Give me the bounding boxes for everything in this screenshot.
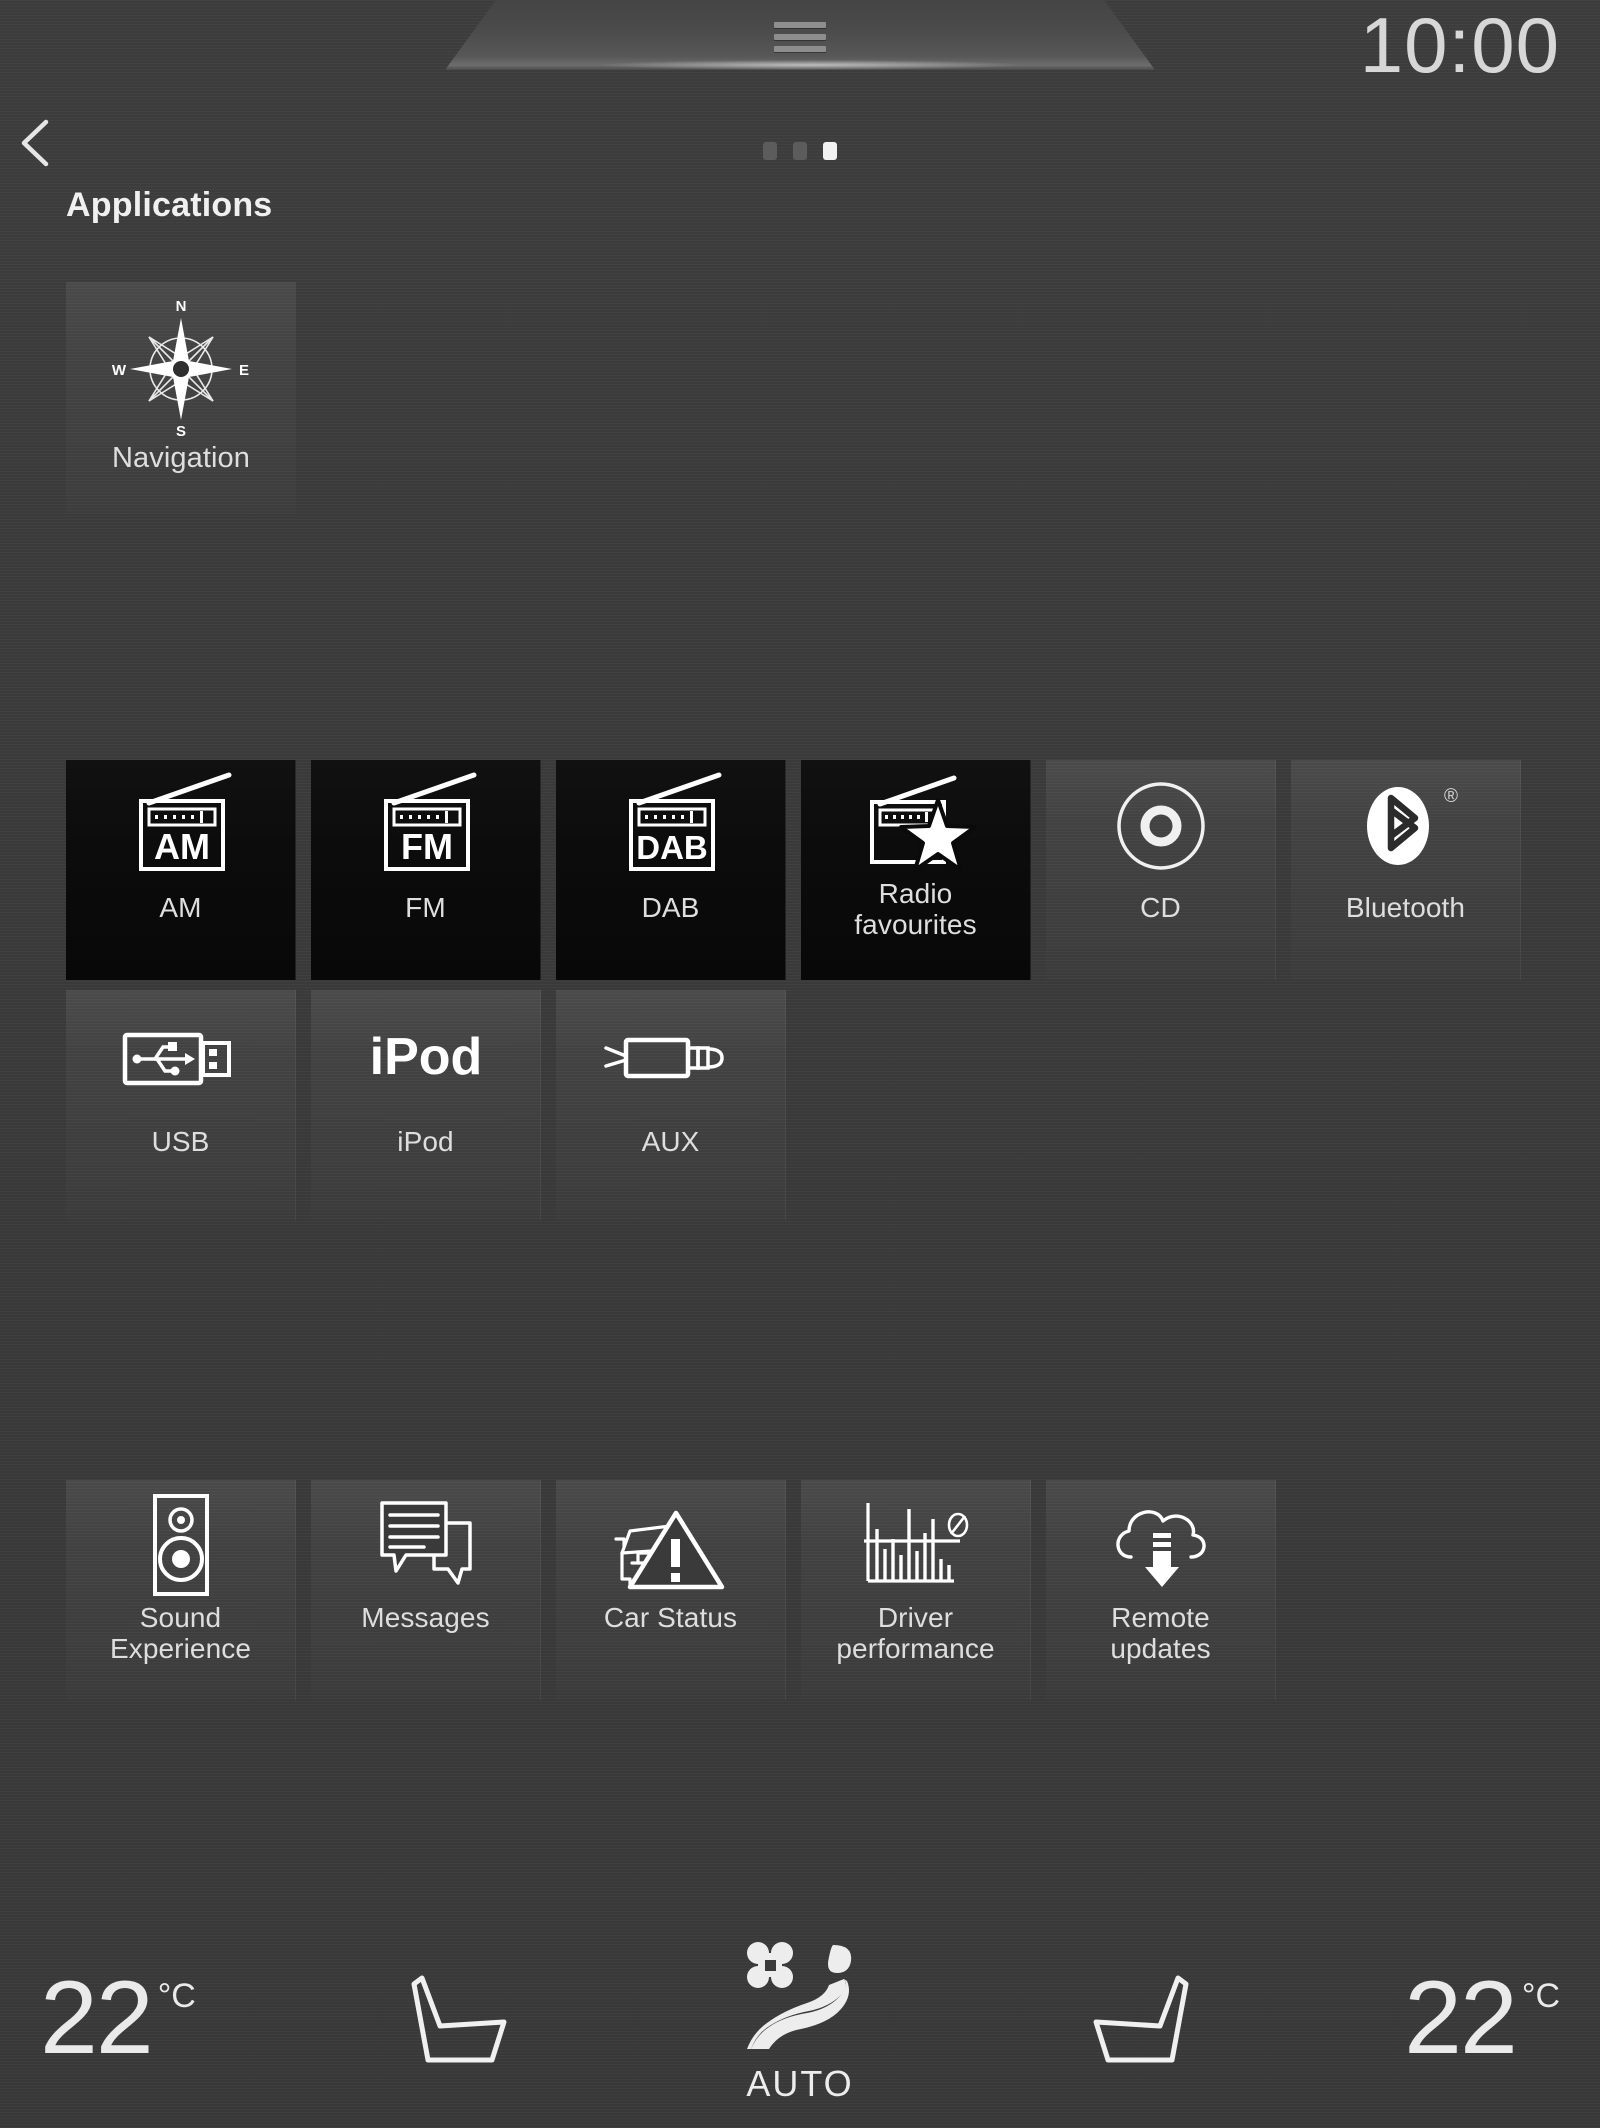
compass-rose-icon: N S E W xyxy=(106,282,256,442)
compass-east-label: E xyxy=(239,362,249,379)
cloud-download-icon xyxy=(1099,1480,1223,1598)
tile-cd[interactable]: CD xyxy=(1046,760,1276,980)
tile-label: iPod xyxy=(397,1126,454,1157)
tile-label: CD xyxy=(1140,892,1181,923)
handle-bar xyxy=(774,22,826,28)
tile-label-line1: Car Status xyxy=(603,1602,738,1633)
cd-disc-icon xyxy=(1106,760,1216,892)
tile-navigation[interactable]: N S E W Navigation xyxy=(66,282,296,514)
tile-fm[interactable]: FM FM xyxy=(311,760,541,980)
tile-remote-updates[interactable]: Remote updates xyxy=(1046,1480,1276,1700)
tile-label-line1: Remote xyxy=(1111,1602,1210,1633)
auto-climate-button[interactable]: AUTO xyxy=(725,1933,875,2105)
seat-left-icon xyxy=(411,1975,507,2063)
radio-favourites-icon xyxy=(846,760,986,892)
tile-label: DAB xyxy=(641,892,700,923)
fan-airflow-auto-icon xyxy=(747,1942,852,2049)
bluetooth-icon: ® xyxy=(1346,760,1466,892)
page-dot-3[interactable] xyxy=(823,142,837,160)
tile-label-line2: Experience xyxy=(109,1633,252,1665)
tile-label: Navigation xyxy=(111,442,251,474)
car-warning-icon xyxy=(608,1480,734,1598)
left-temperature-control[interactable]: 22 °C xyxy=(40,1960,196,2077)
hood-glow xyxy=(600,60,1020,70)
tile-label: AUX xyxy=(641,1126,700,1157)
compass-north-label: N xyxy=(176,298,187,315)
seat-right-icon xyxy=(1093,1975,1189,2063)
right-seat-heater-button[interactable] xyxy=(1080,1964,1200,2074)
tile-label-line2: updates xyxy=(1110,1633,1211,1665)
speech-bubbles-icon xyxy=(366,1480,486,1598)
tile-label: AM xyxy=(159,892,202,923)
tile-label-line2: performance xyxy=(836,1633,995,1665)
infotainment-screen: 10:00 Applications N S E W Navigation AM… xyxy=(0,0,1600,2128)
page-indicator xyxy=(763,142,837,160)
radio-am-icon: AM xyxy=(111,760,251,892)
tile-driver-performance[interactable]: Driver performance xyxy=(801,1480,1031,1700)
right-temperature-control[interactable]: 22 °C xyxy=(1404,1960,1560,2077)
tile-label-line1: Driver xyxy=(877,1602,954,1633)
tile-dab[interactable]: DAB DAB xyxy=(556,760,786,980)
left-seat-heater-button[interactable] xyxy=(400,1964,520,2074)
radio-fm-icon: FM xyxy=(356,760,496,892)
tile-sound-experience[interactable]: Sound Experience xyxy=(66,1480,296,1700)
tile-label: Bluetooth xyxy=(1345,892,1466,923)
tile-label: Car Status xyxy=(604,1602,737,1633)
tile-label-line2: favourites xyxy=(854,909,977,941)
tile-label: Radio favourites xyxy=(854,878,976,941)
tile-car-status[interactable]: Car Status xyxy=(556,1480,786,1700)
usb-connector-icon xyxy=(111,990,251,1126)
tile-label: Remote updates xyxy=(1110,1602,1210,1665)
page-title: Applications xyxy=(66,186,273,224)
right-temperature-unit: °C xyxy=(1521,1977,1560,2016)
tile-am[interactable]: AM AM xyxy=(66,760,296,980)
back-button[interactable] xyxy=(10,112,66,174)
right-temperature-value: 22 xyxy=(1404,1960,1518,2077)
tile-messages[interactable]: Messages xyxy=(311,1480,541,1700)
status-clock: 10:00 xyxy=(1359,1,1560,89)
page-dot-2[interactable] xyxy=(793,142,807,160)
tile-label-line1: Sound xyxy=(139,1602,222,1633)
compass-south-label: S xyxy=(176,423,186,440)
back-chevron-icon xyxy=(21,119,49,167)
radio-band-text: AM xyxy=(154,826,210,867)
radio-band-text: FM xyxy=(401,826,453,867)
auto-label: AUTO xyxy=(746,2063,854,2104)
handle-bar xyxy=(774,46,826,52)
tile-label: Driver performance xyxy=(836,1602,994,1665)
left-temperature-unit: °C xyxy=(157,1977,196,2016)
tile-radio-favourites[interactable]: Radio favourites xyxy=(801,760,1031,980)
speaker-cabinet-icon xyxy=(131,1480,231,1598)
registered-mark: ® xyxy=(1444,786,1458,807)
radio-band-text: DAB xyxy=(636,829,708,866)
ipod-wordmark-text: iPod xyxy=(369,1028,482,1086)
ipod-wordmark-icon: iPod xyxy=(346,990,506,1126)
tile-label: Sound Experience xyxy=(110,1602,251,1665)
bar-chart-average-icon xyxy=(856,1480,976,1598)
tile-ipod[interactable]: iPod iPod xyxy=(311,990,541,1220)
tile-label: USB xyxy=(151,1126,210,1157)
handle-bar xyxy=(774,34,826,40)
climate-bar: 22 °C AUTO 22 °C xyxy=(0,1910,1600,2128)
tile-label-line1: Radio xyxy=(878,878,953,909)
tile-usb[interactable]: USB xyxy=(66,990,296,1220)
tile-aux[interactable]: AUX xyxy=(556,990,786,1220)
tile-bluetooth[interactable]: ® Bluetooth xyxy=(1291,760,1521,980)
tile-label: Messages xyxy=(361,1602,489,1633)
menu-handle-icon[interactable] xyxy=(774,22,826,52)
aux-jack-icon xyxy=(596,990,746,1126)
tile-label: FM xyxy=(405,892,446,923)
left-temperature-value: 22 xyxy=(40,1960,154,2077)
tile-label-line1: Messages xyxy=(361,1602,490,1633)
radio-dab-icon: DAB xyxy=(601,760,741,892)
compass-west-label: W xyxy=(112,362,127,379)
page-dot-1[interactable] xyxy=(763,142,777,160)
